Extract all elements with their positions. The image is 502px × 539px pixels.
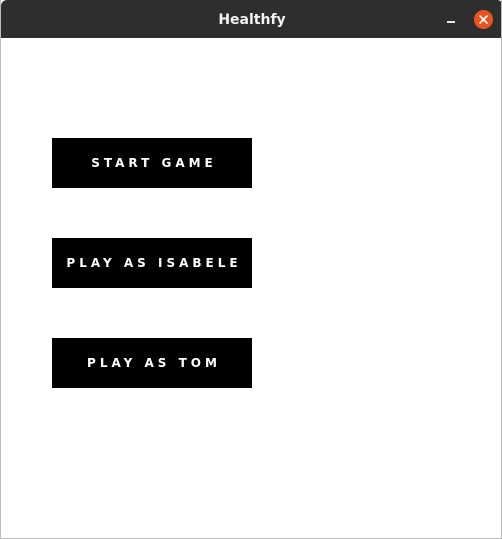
- window-title: Healthfy: [218, 12, 286, 28]
- close-icon: [479, 15, 488, 24]
- minimize-button[interactable]: [439, 9, 461, 31]
- close-button[interactable]: [474, 10, 493, 29]
- start-game-label: START GAME: [91, 156, 217, 170]
- play-as-tom-label: PLAY AS TOM: [87, 356, 221, 370]
- app-window: Healthfy START GAME PLAY AS ISABELE PLAY…: [0, 0, 502, 539]
- minimize-icon: [447, 21, 455, 23]
- play-as-tom-button[interactable]: PLAY AS TOM: [52, 338, 252, 388]
- main-content: START GAME PLAY AS ISABELE PLAY AS TOM: [1, 38, 501, 538]
- play-as-isabele-button[interactable]: PLAY AS ISABELE: [52, 238, 252, 288]
- start-game-button[interactable]: START GAME: [52, 138, 252, 188]
- title-bar[interactable]: Healthfy: [1, 0, 501, 38]
- play-as-isabele-label: PLAY AS ISABELE: [66, 256, 242, 270]
